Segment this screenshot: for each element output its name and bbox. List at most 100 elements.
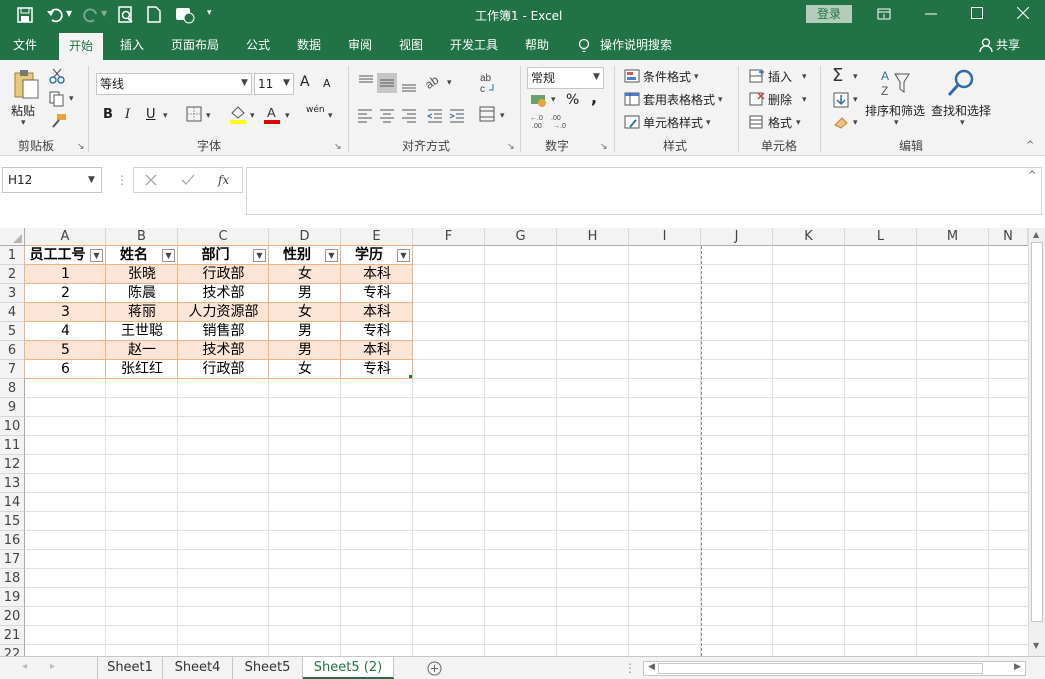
format-cells-icon[interactable] (749, 115, 765, 129)
table-cell[interactable]: 女 (269, 265, 341, 284)
row-header-5[interactable]: 5 (0, 322, 25, 341)
share-button[interactable]: 共享 (996, 30, 1026, 60)
column-header-a[interactable]: A (25, 228, 106, 246)
scroll-up-icon[interactable]: ▲ (1033, 230, 1039, 239)
align-top-button[interactable] (357, 72, 377, 94)
font-name-select[interactable]: 等线 (96, 73, 252, 95)
cut-icon[interactable] (49, 68, 65, 84)
column-header-i[interactable]: I (629, 228, 701, 246)
phonetic-guide-icon[interactable]: wén (306, 105, 325, 115)
horizontal-scrollbar[interactable]: ◀ ▶ (643, 661, 1026, 676)
column-header-l[interactable]: L (845, 228, 917, 246)
row-header-21[interactable]: 21 (0, 626, 25, 645)
select-all-corner[interactable] (0, 228, 25, 246)
undo-dropdown-icon[interactable]: ▼ (66, 9, 72, 18)
copy-icon[interactable] (49, 91, 65, 107)
ribbon-display-options-icon[interactable] (877, 8, 891, 20)
sort-filter-button[interactable]: 排序和筛选 (865, 102, 925, 119)
tab-review[interactable]: 审阅 (341, 30, 379, 60)
filter-dropdown-icon[interactable]: ▼ (90, 249, 103, 262)
font-size-dropdown-icon[interactable]: ▼ (283, 78, 290, 88)
orientation-button[interactable] (424, 72, 442, 94)
increase-indent-button[interactable] (449, 107, 467, 123)
row-header-9[interactable]: 9 (0, 398, 25, 417)
clear-icon[interactable] (833, 115, 849, 129)
increase-decimal-icon[interactable]: ←.0.00 (530, 113, 548, 129)
find-select-dropdown-icon[interactable]: ▾ (960, 118, 965, 128)
vertical-scroll-thumb[interactable] (1031, 242, 1043, 622)
maximize-icon[interactable] (971, 7, 983, 19)
format-as-table-icon[interactable] (624, 92, 640, 106)
accounting-format-icon[interactable] (530, 92, 548, 108)
format-cells-button[interactable]: 格式 (768, 114, 792, 131)
horizontal-scroll-thumb[interactable] (658, 663, 983, 674)
table-cell[interactable]: 专科 (341, 322, 413, 341)
borders-dropdown-icon[interactable]: ▾ (206, 111, 211, 121)
expand-formula-bar-icon[interactable]: ^ (1028, 170, 1036, 181)
table-header-cell[interactable]: 部门 (178, 246, 253, 265)
comma-style-button[interactable]: , (591, 88, 597, 107)
fill-down-icon[interactable] (833, 92, 849, 108)
align-center-button[interactable] (379, 107, 397, 123)
table-cell[interactable]: 张红红 (106, 360, 178, 379)
merge-dropdown-icon[interactable]: ▾ (500, 111, 505, 121)
row-header-4[interactable]: 4 (0, 303, 25, 322)
number-launcher-icon[interactable]: ↘ (600, 142, 608, 152)
table-resize-handle[interactable] (409, 375, 412, 378)
table-cell[interactable]: 王世聪 (106, 322, 178, 341)
insert-cells-icon[interactable] (749, 69, 765, 83)
next-sheet-icon[interactable]: ▸ (50, 661, 55, 672)
sort-filter-dropdown-icon[interactable]: ▾ (894, 118, 899, 128)
clipboard-launcher-icon[interactable]: ↘ (77, 142, 85, 152)
table-cell[interactable]: 专科 (341, 360, 413, 379)
collapse-ribbon-icon[interactable]: ^ (1026, 140, 1034, 151)
paste-dropdown-icon[interactable]: ▾ (21, 118, 26, 128)
tab-view[interactable]: 视图 (392, 30, 430, 60)
new-sheet-icon[interactable] (427, 661, 442, 676)
phonetic-dropdown-icon[interactable]: ▾ (328, 111, 333, 121)
orientation-dropdown-icon[interactable]: ▾ (447, 78, 452, 88)
sort-filter-icon[interactable]: AZ (879, 68, 911, 98)
scroll-down-icon[interactable]: ▼ (1033, 641, 1039, 650)
column-header-n[interactable]: N (989, 228, 1028, 246)
align-middle-button[interactable] (377, 72, 397, 94)
sheet-tab-sheet5[interactable]: Sheet5 (233, 657, 303, 679)
column-header-m[interactable]: M (917, 228, 989, 246)
cell-styles-dropdown-icon[interactable]: ▾ (706, 118, 711, 128)
underline-dropdown-icon[interactable]: ▾ (163, 111, 168, 121)
tab-insert[interactable]: 插入 (113, 30, 151, 60)
fill-color-dropdown-icon[interactable]: ▾ (250, 111, 255, 121)
row-header-2[interactable]: 2 (0, 265, 25, 284)
conditional-formatting-dropdown-icon[interactable]: ▾ (694, 72, 699, 82)
worksheet-grid[interactable]: ABCDEFGHIJKLMN 1 2 3 4 5 6 7 8 9 10 11 12 13 14 15 16 17… (0, 228, 1045, 656)
column-header-g[interactable]: G (485, 228, 557, 246)
fill-color-icon[interactable] (229, 104, 247, 124)
table-cell[interactable]: 技术部 (178, 341, 269, 360)
table-cell[interactable]: 女 (269, 303, 341, 322)
name-box-dropdown-icon[interactable]: ▼ (88, 175, 95, 185)
row-header-13[interactable]: 13 (0, 474, 25, 493)
underline-button[interactable]: U (146, 107, 156, 122)
tab-file[interactable]: 文件 (2, 30, 48, 60)
column-header-b[interactable]: B (106, 228, 178, 246)
column-header-h[interactable]: H (557, 228, 629, 246)
row-header-15[interactable]: 15 (0, 512, 25, 531)
alignment-launcher-icon[interactable]: ↘ (507, 142, 515, 152)
close-icon[interactable] (1017, 7, 1029, 19)
percent-button[interactable]: % (566, 92, 579, 108)
column-header-d[interactable]: D (269, 228, 341, 246)
format-painter-icon[interactable] (49, 113, 67, 129)
table-cell[interactable]: 1 (25, 265, 106, 284)
fill-dropdown-icon[interactable]: ▾ (853, 95, 858, 105)
column-header-f[interactable]: F (413, 228, 485, 246)
table-cell[interactable]: 销售部 (178, 322, 269, 341)
tab-page-layout[interactable]: 页面布局 (165, 30, 225, 60)
row-header-6[interactable]: 6 (0, 341, 25, 360)
clear-dropdown-icon[interactable]: ▾ (853, 118, 858, 128)
table-header-cell[interactable]: 学历 (341, 246, 397, 265)
table-cell[interactable]: 本科 (341, 341, 413, 360)
tab-developer[interactable]: 开发工具 (444, 30, 504, 60)
login-button[interactable]: 登录 (806, 5, 852, 23)
align-left-button[interactable] (357, 107, 375, 123)
table-cell[interactable]: 本科 (341, 303, 413, 322)
